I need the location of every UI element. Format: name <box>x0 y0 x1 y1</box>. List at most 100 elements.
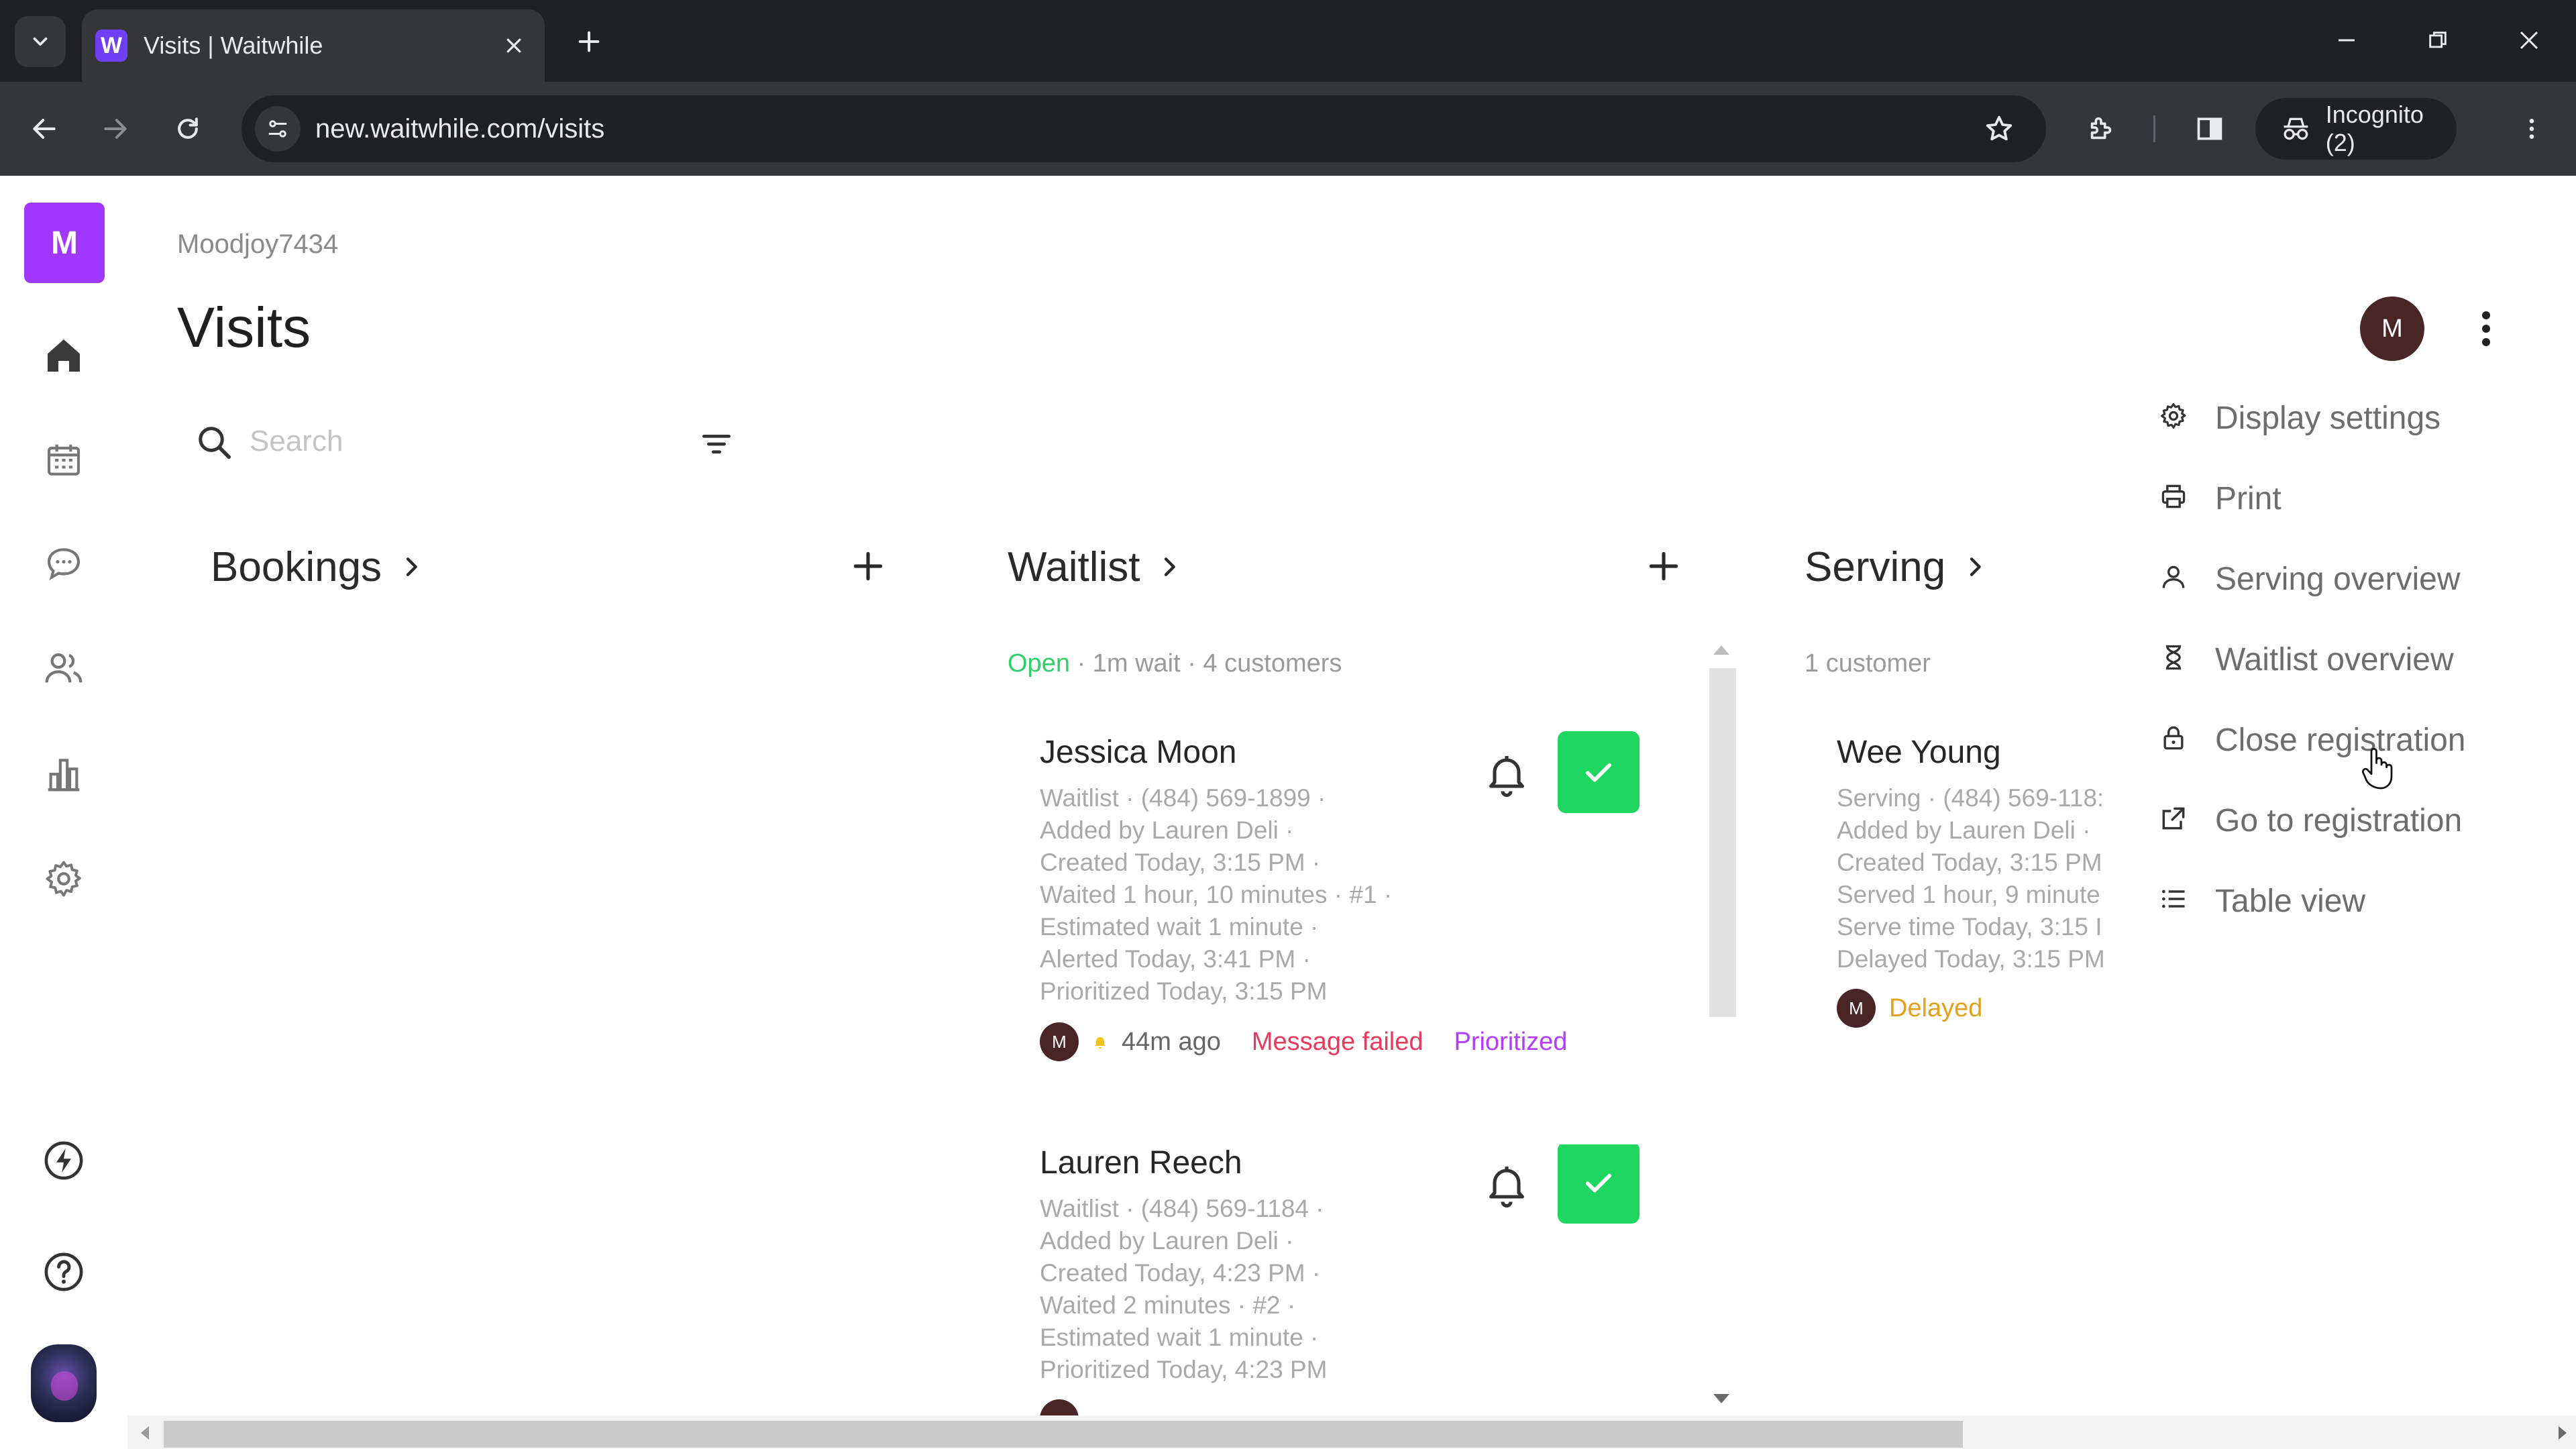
arrow-left-icon <box>33 119 56 139</box>
search-bar <box>195 417 745 466</box>
hand-cursor-icon <box>2362 747 2393 790</box>
menu-item-waitlist-overview[interactable]: Waitlist overview <box>2147 624 2549 691</box>
waitlist-summary: · 1m wait · 4 customers <box>1069 649 1342 678</box>
close-window-button[interactable] <box>2498 13 2560 67</box>
menu-item-close-registration[interactable]: Close registration <box>2147 704 2549 771</box>
bookings-title: Bookings <box>211 543 382 590</box>
external-link-icon <box>2157 802 2190 835</box>
detail-line: Added by Lauren Deli · <box>1837 816 2091 844</box>
toolbar-separator <box>2153 115 2155 142</box>
detail-line: Prioritized Today, 3:15 PM <box>1040 977 1328 1005</box>
extensions-button[interactable] <box>2074 102 2128 156</box>
notify-bell-icon[interactable] <box>1483 747 1531 801</box>
minimize-button[interactable] <box>2316 13 2377 67</box>
nav-analytics[interactable] <box>37 747 91 801</box>
search-input[interactable] <box>250 417 625 466</box>
menu-label: Waitlist overview <box>2215 642 2454 678</box>
waitlist-card[interactable]: Jessica Moon Waitlist · (484) 569-1899 ·… <box>1040 731 1657 1083</box>
notify-bell-icon[interactable] <box>1483 1158 1531 1212</box>
scroll-left-arrow[interactable] <box>141 1426 149 1440</box>
detail-line: Created Today, 4:23 PM · <box>1040 1259 1321 1287</box>
nav-calendar[interactable] <box>37 433 91 487</box>
plus-icon <box>853 551 883 581</box>
horizontal-scrollbar[interactable] <box>127 1415 2576 1449</box>
search-icon <box>199 427 231 459</box>
nav-customers[interactable] <box>37 641 91 695</box>
menu-item-display-settings[interactable]: Display settings <box>2147 382 2549 449</box>
person-icon <box>2157 561 2190 593</box>
restore-button[interactable] <box>2407 13 2469 67</box>
new-tab-button[interactable] <box>568 20 610 63</box>
waitlist-card[interactable]: Lauren Reech Waitlist · (484) 569-1184 ·… <box>1040 1144 1657 1415</box>
back-button[interactable] <box>17 102 71 156</box>
menu-item-go-to-registration[interactable]: Go to registration <box>2147 785 2549 852</box>
serving-card[interactable]: Wee Young Serving · (484) 569-118: Added… <box>1837 734 2112 1042</box>
menu-label: Display settings <box>2215 400 2441 436</box>
browser-menu-button[interactable] <box>2505 102 2559 156</box>
menu-item-table-view[interactable]: Table view <box>2147 865 2549 932</box>
detail-line: Waited 2 minutes · #2 · <box>1040 1291 1296 1319</box>
scroll-right-arrow[interactable] <box>2559 1426 2567 1440</box>
bolt-icon <box>44 1141 83 1180</box>
add-waitlist-button[interactable] <box>1640 542 1688 590</box>
bookings-header[interactable]: Bookings <box>211 537 425 597</box>
nav-home[interactable] <box>37 329 91 382</box>
account-avatar[interactable] <box>31 1344 97 1422</box>
staff-avatar: M <box>1837 989 1876 1028</box>
menu-label: Go to registration <box>2215 803 2463 839</box>
waitlist-scrollbar[interactable] <box>1709 668 1736 1017</box>
help-icon <box>44 1252 83 1291</box>
plus-icon <box>578 31 600 52</box>
detail-line: Serve time Today, 3:15 I <box>1837 913 2102 941</box>
detail-line: Created Today, 3:15 PM · <box>1040 849 1321 876</box>
nav-help[interactable] <box>37 1245 91 1299</box>
forward-button[interactable] <box>89 102 142 156</box>
reload-button[interactable] <box>161 102 215 156</box>
card-footer: M 44m ago Message failed Prioritized <box>1040 1022 1567 1061</box>
detail-line: Estimated wait 1 minute · <box>1040 913 1319 941</box>
nav-settings[interactable] <box>37 852 91 906</box>
address-bar[interactable]: new.waitwhile.com/visits <box>241 95 2046 162</box>
message-status: Message failed <box>1251 1027 1424 1056</box>
user-avatar[interactable]: M <box>2360 297 2424 361</box>
nav-whats-new[interactable] <box>37 1134 91 1187</box>
serve-button[interactable] <box>1558 1144 1640 1224</box>
add-booking-button[interactable] <box>844 542 892 590</box>
serve-button[interactable] <box>1558 731 1640 813</box>
alert-time: 44m ago <box>1122 1027 1221 1056</box>
organization-name: Moodjoy7434 <box>177 229 339 259</box>
detail-line: Delayed Today, 3:15 PM <box>1837 945 2105 973</box>
plus-icon <box>1649 551 1678 581</box>
tab-close-button[interactable] <box>498 30 530 62</box>
waitlist-header[interactable]: Waitlist <box>1008 537 1183 597</box>
delayed-tag: Delayed <box>1889 994 1983 1022</box>
gear-icon <box>2157 400 2190 432</box>
site-info-button[interactable] <box>255 106 301 152</box>
detail-line: Added by Lauren Deli · <box>1040 1227 1294 1254</box>
menu-item-serving-overview[interactable]: Serving overview <box>2147 543 2549 610</box>
chevron-right-icon <box>1165 557 1176 576</box>
tab-search-button[interactable] <box>15 16 66 67</box>
detail-line: Estimated wait 1 minute · <box>1040 1324 1319 1351</box>
horizontal-scroll-thumb[interactable] <box>164 1421 1963 1448</box>
filter-icon[interactable] <box>698 425 735 463</box>
menu-item-print[interactable]: Print <box>2147 463 2549 530</box>
bookmark-button[interactable] <box>1979 109 2019 149</box>
scroll-up-arrow[interactable] <box>1713 645 1729 655</box>
page-title: Visits <box>177 296 311 359</box>
minimize-icon <box>2339 39 2355 42</box>
more-options-button[interactable] <box>2466 302 2506 356</box>
nav-messages[interactable] <box>37 537 91 590</box>
side-panel-button[interactable] <box>2183 102 2237 156</box>
workspace-logo[interactable]: M <box>24 203 105 283</box>
menu-label: Serving overview <box>2215 561 2461 597</box>
home-icon <box>48 339 80 372</box>
scroll-down-arrow[interactable] <box>1713 1394 1729 1403</box>
serving-header[interactable]: Serving <box>1805 537 1988 597</box>
serving-title: Serving <box>1805 543 1946 590</box>
detail-line: Waitlist · (484) 569-1184 · <box>1040 1195 1324 1222</box>
detail-line: Waitlist · (484) 569-1899 · <box>1040 784 1326 812</box>
list-icon <box>2157 883 2190 915</box>
incognito-indicator[interactable]: Incognito (2) <box>2255 98 2457 160</box>
browser-tab-active[interactable]: W Visits | Waitwhile <box>82 9 545 82</box>
